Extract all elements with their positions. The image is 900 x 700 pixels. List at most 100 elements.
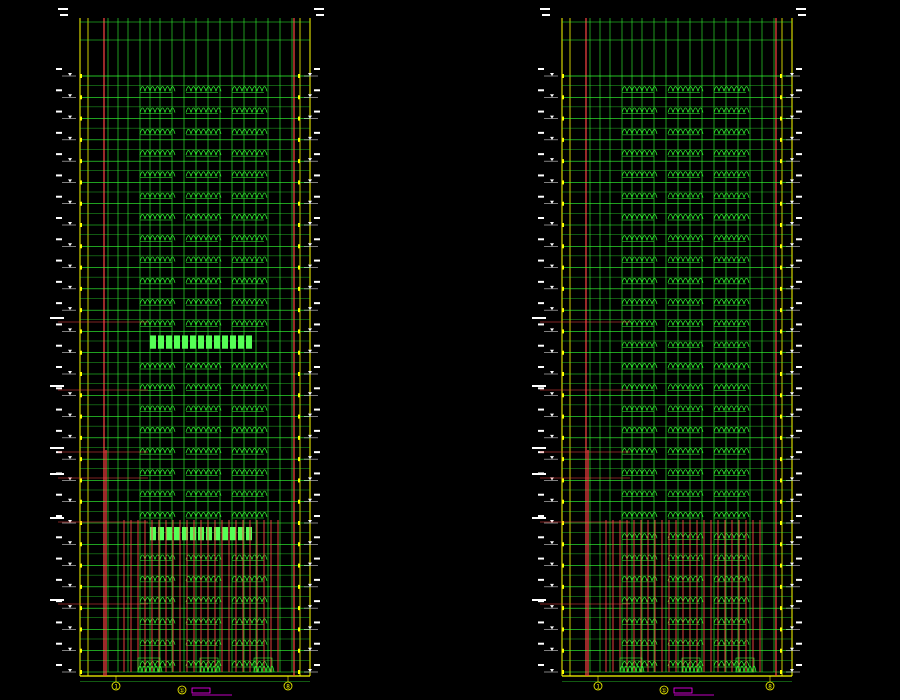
level-tick	[780, 74, 782, 78]
glazing-tile	[222, 527, 228, 541]
level-text-mark	[796, 557, 802, 560]
level-tick	[780, 180, 782, 185]
level-tick	[562, 74, 564, 78]
level-text-mark	[538, 366, 544, 368]
level-text-mark	[796, 429, 802, 432]
level-text-mark	[538, 515, 544, 517]
glazing-tile	[246, 527, 252, 541]
level-text-mark	[56, 323, 62, 326]
level-tick	[80, 286, 82, 291]
level-text-mark	[796, 68, 802, 70]
level-tick	[780, 521, 782, 525]
level-tick	[298, 542, 300, 547]
glazing-tile	[246, 335, 252, 349]
level-text-mark	[542, 14, 550, 16]
leader-text-mark	[50, 473, 64, 475]
level-tick	[80, 329, 82, 334]
model-space-background	[0, 0, 900, 700]
level-text-mark	[314, 110, 320, 113]
level-text-mark	[56, 642, 62, 645]
level-tick	[780, 116, 782, 121]
level-tick	[298, 116, 300, 121]
axis-bubble-label: 1	[114, 684, 118, 691]
level-text-mark	[796, 153, 802, 156]
level-text-mark	[56, 217, 62, 219]
level-text-mark	[538, 280, 544, 283]
level-text-mark	[314, 472, 320, 475]
level-text-mark	[796, 600, 802, 603]
level-text-mark	[538, 408, 544, 411]
level-tick	[780, 499, 782, 504]
level-tick	[562, 329, 564, 334]
level-text-mark	[538, 68, 544, 70]
level-tick	[780, 244, 782, 249]
leader-text-mark	[532, 385, 546, 387]
leader-text-mark	[50, 599, 64, 601]
level-tick	[80, 201, 82, 206]
level-text-mark	[538, 131, 544, 134]
level-tick	[80, 393, 82, 398]
level-text-mark	[56, 387, 62, 390]
level-tick	[298, 372, 300, 376]
level-text-mark	[56, 280, 62, 283]
level-text-mark	[796, 515, 802, 517]
level-text-mark	[538, 557, 544, 560]
cad-drawing-canvas[interactable]: 1 8 ① 1 8 ①	[0, 0, 900, 700]
level-tick	[80, 627, 82, 632]
level-text-mark	[538, 153, 544, 156]
level-tick	[298, 308, 300, 313]
level-text-mark	[314, 8, 324, 10]
glazing-tile	[206, 335, 212, 349]
level-text-mark	[796, 578, 802, 581]
level-text-mark	[538, 174, 544, 177]
level-text-mark	[56, 195, 62, 198]
level-tick	[80, 414, 82, 419]
level-tick	[562, 648, 564, 653]
level-text-mark	[314, 664, 320, 666]
glazing-tile	[238, 335, 244, 349]
level-tick	[562, 435, 564, 440]
level-text-mark	[796, 536, 802, 539]
level-text-mark	[314, 238, 320, 241]
level-tick	[780, 414, 782, 419]
level-text-mark	[538, 642, 544, 645]
glazing-tile	[230, 527, 236, 541]
level-text-mark	[538, 578, 544, 581]
level-text-mark	[538, 344, 544, 347]
level-tick	[80, 521, 82, 525]
level-text-mark	[540, 8, 550, 10]
level-tick	[562, 606, 564, 611]
level-tick	[298, 223, 300, 227]
level-text-mark	[56, 344, 62, 347]
level-text-mark	[314, 68, 320, 70]
level-tick	[80, 159, 82, 164]
level-text-mark	[314, 387, 320, 390]
level-tick	[80, 584, 82, 589]
level-tick	[80, 308, 82, 313]
level-tick	[562, 201, 564, 206]
level-text-mark	[538, 302, 544, 305]
level-text-mark	[56, 68, 62, 70]
level-tick	[80, 180, 82, 185]
leader-text-mark	[50, 517, 64, 519]
level-tick	[562, 627, 564, 632]
glazing-tile	[190, 335, 196, 349]
level-tick	[298, 201, 300, 206]
level-tick	[298, 286, 300, 291]
level-text-mark	[538, 238, 544, 241]
level-tick	[562, 350, 564, 355]
level-tick	[562, 414, 564, 419]
glazing-tile	[182, 335, 188, 349]
level-tick	[80, 478, 82, 483]
level-text-mark	[314, 174, 320, 177]
level-tick	[298, 435, 300, 440]
level-tick	[298, 95, 300, 100]
level-text-mark	[314, 557, 320, 560]
level-text-mark	[56, 536, 62, 539]
level-text-mark	[796, 323, 802, 326]
leader-text-mark	[532, 473, 546, 475]
level-tick	[80, 137, 82, 142]
level-text-mark	[56, 259, 62, 262]
level-text-mark	[314, 429, 320, 432]
level-text-mark	[538, 387, 544, 390]
